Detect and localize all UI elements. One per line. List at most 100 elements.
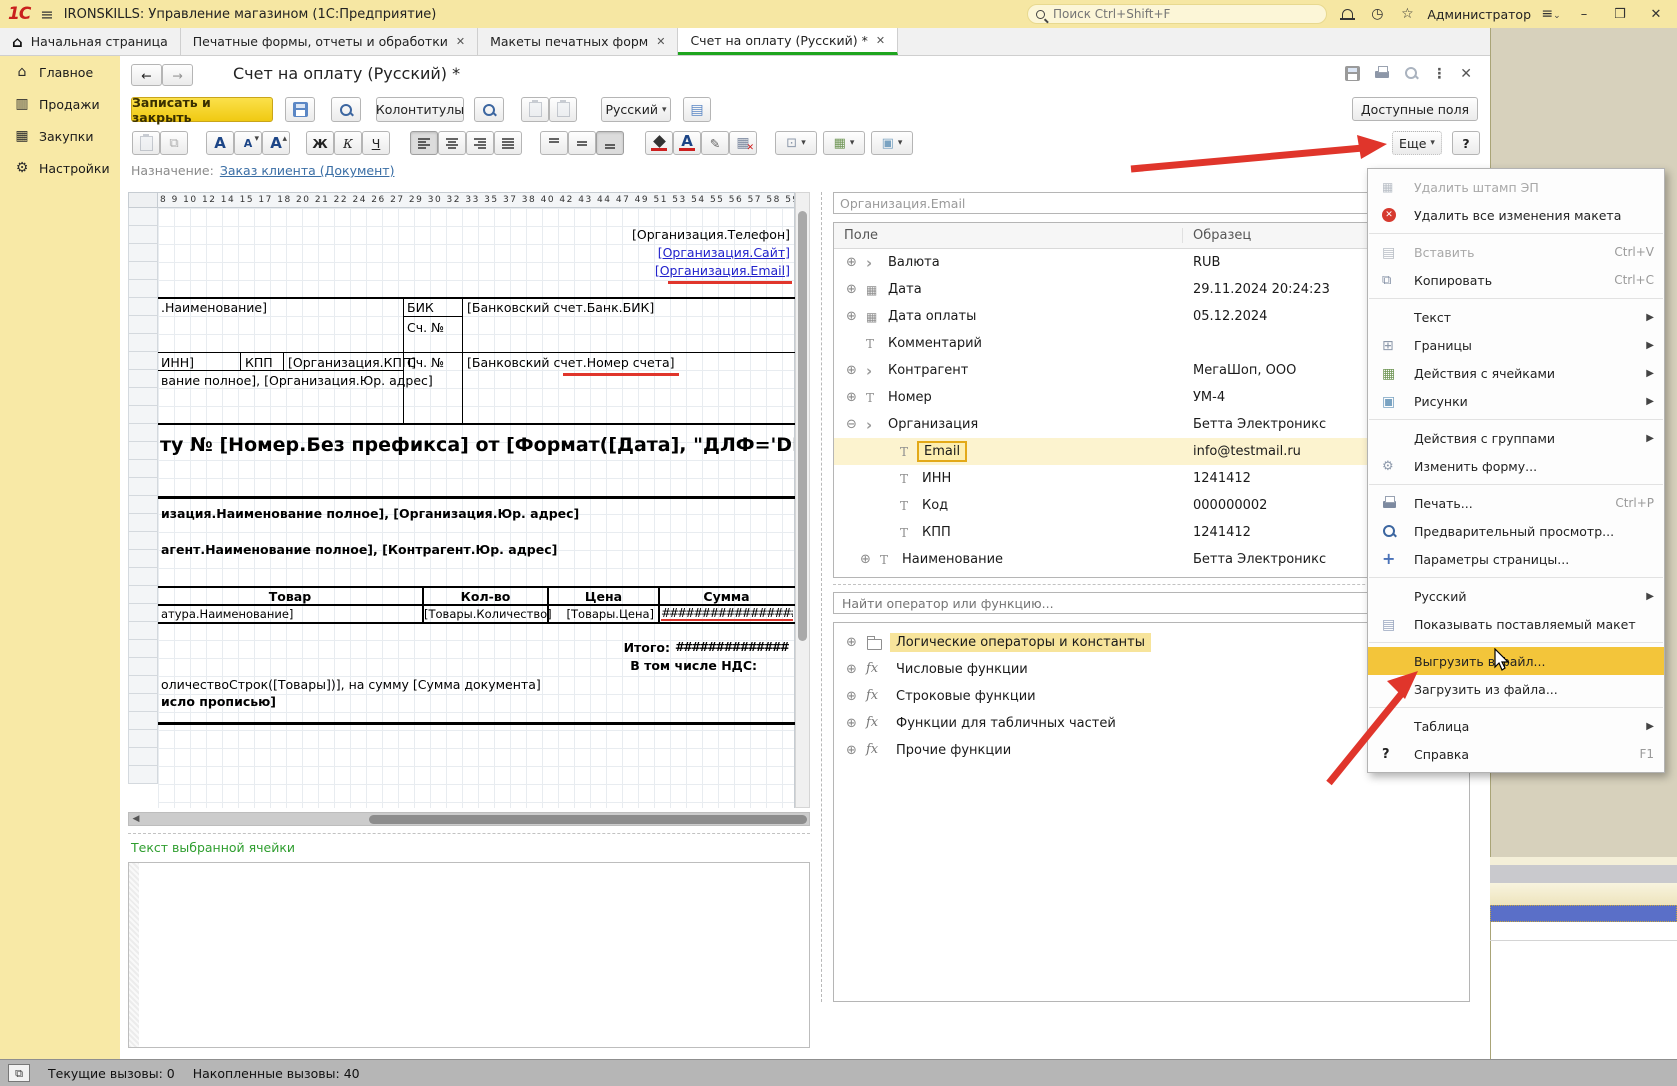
cell-org-email[interactable]: [Организация.Email]: [500, 263, 790, 278]
tab-print-forms[interactable]: Печатные формы, отчеты и обработки ✕: [181, 28, 478, 55]
row-header[interactable]: [128, 712, 158, 730]
print-icon[interactable]: [1374, 66, 1390, 80]
menu-item[interactable]: Текст ▶: [1368, 303, 1664, 331]
tab-home[interactable]: ⌂ Начальная страница: [0, 28, 181, 55]
menu-item[interactable]: Параметры страницы... ▶: [1368, 545, 1664, 573]
close-window-button[interactable]: ✕: [1643, 7, 1669, 22]
save-button[interactable]: [285, 97, 315, 122]
forward-button[interactable]: →: [162, 64, 193, 86]
cell-total-label[interactable]: Итого:: [460, 640, 670, 655]
history-icon[interactable]: ◷: [1367, 6, 1387, 22]
group-label[interactable]: Числовые функции: [890, 660, 1034, 679]
menu-item[interactable]: Изменить форму... ▶: [1368, 452, 1664, 480]
align-justify-button[interactable]: [494, 131, 522, 155]
row-headers[interactable]: [128, 208, 158, 808]
row-header[interactable]: [128, 406, 158, 424]
field-label[interactable]: Организация: [888, 417, 978, 432]
close-form-icon[interactable]: ✕: [1460, 66, 1472, 82]
cell-customer[interactable]: агент.Наименование полное], [Контрагент.…: [161, 542, 557, 557]
back-button[interactable]: ←: [131, 64, 162, 86]
row-header[interactable]: [128, 640, 158, 658]
field-label[interactable]: ИНН: [922, 471, 951, 486]
row-header[interactable]: [128, 622, 158, 640]
row-header[interactable]: [128, 478, 158, 496]
expand-icon[interactable]: [846, 635, 866, 650]
close-tab-icon[interactable]: ✕: [456, 35, 465, 48]
field-label[interactable]: КПП: [922, 525, 951, 540]
field-label[interactable]: Комментарий: [888, 336, 982, 351]
row-header[interactable]: [128, 550, 158, 568]
paste-name-button[interactable]: [521, 97, 549, 122]
tab-invoice-layout[interactable]: Счет на оплату (Русский) * ✕: [678, 28, 898, 55]
cell-rows-summary[interactable]: оличествоСтрок([Товары])], на сумму [Сум…: [161, 677, 541, 692]
horizontal-splitter[interactable]: [128, 833, 810, 834]
cell-vat-label[interactable]: В том числе НДС:: [460, 658, 757, 673]
row-header[interactable]: [128, 352, 158, 370]
cell-kpp-label[interactable]: КПП: [245, 355, 273, 370]
row-header[interactable]: [128, 748, 158, 766]
field-label[interactable]: Номер: [888, 390, 932, 405]
purpose-link[interactable]: Заказ клиента (Документ): [220, 163, 395, 178]
current-user[interactable]: Администратор: [1427, 7, 1531, 22]
menu-item[interactable]: Показывать поставляемый макет ▶: [1368, 610, 1664, 638]
sidebar-item[interactable]: ⌂ Главное: [0, 56, 120, 88]
copy-format-button[interactable]: ⧉: [160, 131, 188, 155]
menu-item[interactable]: Рисунки ▶: [1368, 387, 1664, 415]
row-header[interactable]: [128, 730, 158, 748]
available-fields-button[interactable]: Доступные поля: [1352, 97, 1478, 121]
row-header[interactable]: [128, 604, 158, 622]
menu-item[interactable]: Удалить штамп ЭП ▶: [1368, 173, 1664, 201]
expand-icon[interactable]: [846, 689, 866, 704]
vertical-scrollbar[interactable]: [795, 192, 810, 808]
delete-cells-button[interactable]: ▦✕: [729, 131, 757, 155]
menu-item[interactable]: Предварительный просмотр... ▶: [1368, 517, 1664, 545]
close-tab-icon[interactable]: ✕: [656, 35, 665, 48]
scroll-left-icon[interactable]: ◀: [129, 814, 143, 824]
main-menu-icon[interactable]: ≡: [40, 5, 53, 24]
align-center-button[interactable]: [438, 131, 466, 155]
group-label[interactable]: Прочие функции: [890, 741, 1017, 760]
menu-item[interactable]: Действия с группами ▶: [1368, 424, 1664, 452]
search-input[interactable]: [1051, 6, 1318, 22]
tab-layouts[interactable]: Макеты печатных форм ✕: [478, 28, 678, 55]
row-header[interactable]: [128, 676, 158, 694]
cells-dropdown[interactable]: ▦▾: [823, 131, 865, 155]
global-search[interactable]: [1027, 4, 1327, 24]
valign-bottom-button[interactable]: [596, 131, 624, 155]
row-header[interactable]: [128, 244, 158, 262]
field-label[interactable]: Дата: [888, 282, 922, 297]
menu-item[interactable]: Русский ▶: [1368, 582, 1664, 610]
vertical-splitter[interactable]: [821, 192, 822, 1002]
service-menu-icon[interactable]: ≡⌄: [1541, 6, 1561, 22]
help-button[interactable]: ?: [1452, 131, 1480, 155]
expand-icon[interactable]: [846, 662, 866, 677]
menu-item[interactable]: Загрузить из файла... ▶: [1368, 675, 1664, 703]
cell-total-value[interactable]: ##############: [675, 640, 793, 654]
menu-item[interactable]: Копировать Ctrl+C ▶: [1368, 266, 1664, 294]
row-header[interactable]: [128, 388, 158, 406]
maximize-button[interactable]: ❒: [1607, 7, 1633, 22]
cell-bank-name[interactable]: .Наименование]: [161, 300, 267, 315]
sidebar-item[interactable]: ▦ Закупки: [0, 120, 120, 152]
borders-dropdown[interactable]: ⊡▾: [775, 131, 817, 155]
expand-icon[interactable]: [846, 255, 866, 270]
field-label[interactable]: Код: [922, 498, 948, 513]
expand-icon[interactable]: [846, 282, 866, 297]
cell-account-value[interactable]: [Банковский счет.Номер счета]: [467, 355, 675, 370]
font-increase-button[interactable]: A▴: [262, 131, 290, 155]
items-header-product[interactable]: Товар: [158, 589, 422, 604]
group-label[interactable]: Функции для табличных частей: [890, 714, 1122, 733]
cell-doc-title[interactable]: ту № [Номер.Без префикса] от [Формат([Да…: [160, 434, 794, 456]
row-header[interactable]: [128, 370, 158, 388]
row-header[interactable]: [128, 586, 158, 604]
cell-account-label[interactable]: Сч. №: [407, 320, 444, 335]
field-label[interactable]: Email: [917, 441, 967, 462]
expand-icon[interactable]: [846, 743, 866, 758]
layout-language-select[interactable]: Русский▾: [601, 97, 671, 122]
menu-item[interactable]: Выгрузить в файл... ▶: [1368, 647, 1664, 675]
menu-item[interactable]: Вставить Ctrl+V ▶: [1368, 238, 1664, 266]
sheet-corner[interactable]: [128, 192, 158, 208]
valign-center-button[interactable]: [568, 131, 596, 155]
menu-item[interactable]: Действия с ячейками ▶: [1368, 359, 1664, 387]
preview-button[interactable]: [331, 97, 361, 122]
